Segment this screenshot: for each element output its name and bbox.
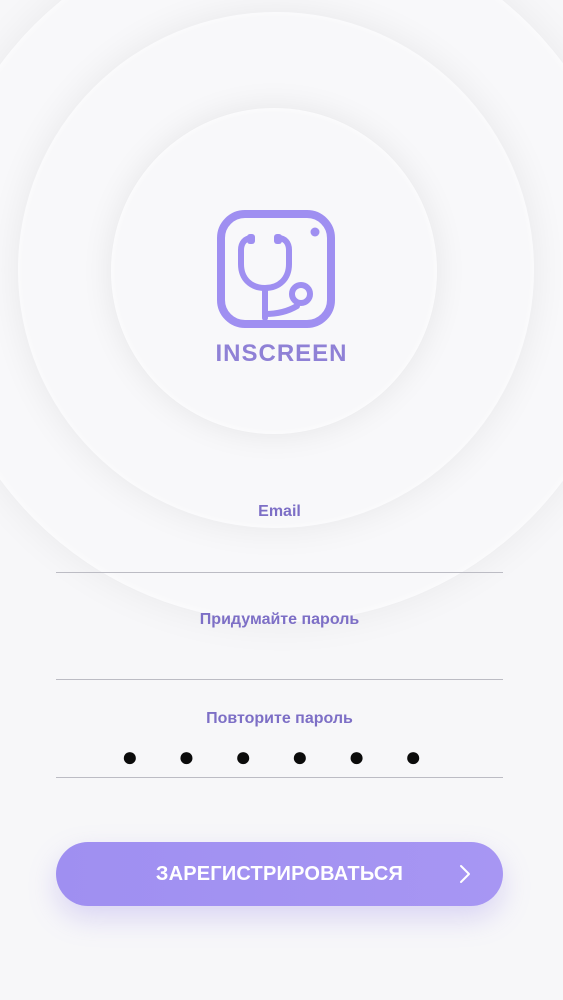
repeat-password-field[interactable]: Повторите пароль ● ● ● ● ● ● — [56, 705, 503, 778]
email-label: Email — [258, 503, 301, 520]
password-field[interactable]: Придумайте пароль — [56, 606, 503, 680]
repeat-password-label: Повторите пароль — [206, 710, 353, 727]
email-field[interactable]: Email — [56, 498, 503, 573]
register-button-label: ЗАРЕГИСТРИРОВАТЬСЯ — [155, 862, 404, 885]
register-button[interactable]: ЗАРЕГИСТРИРОВАТЬСЯ — [56, 842, 503, 906]
brand-title: INSCREEN — [215, 340, 348, 367]
email-input[interactable] — [56, 533, 503, 565]
password-input[interactable] — [56, 641, 503, 673]
password-label: Придумайте пароль — [199, 611, 360, 628]
stethoscope-icon — [217, 210, 335, 328]
chevron-right-icon — [460, 865, 470, 883]
repeat-password-value: ● ● ● ● ● ● — [121, 741, 438, 772]
registration-screen: INSCREEN Email Придумайте пароль Повтори… — [0, 0, 563, 1000]
